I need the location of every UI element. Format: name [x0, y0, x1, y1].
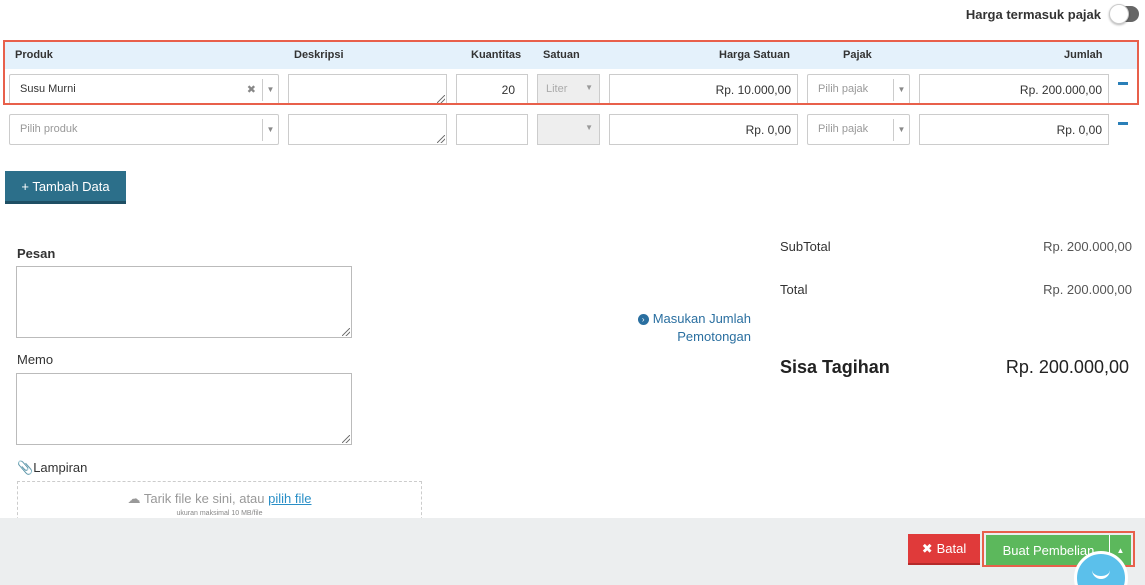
quantity-input[interactable]: 20 [456, 74, 528, 105]
memo-label: Memo [17, 352, 54, 367]
description-input[interactable] [288, 114, 447, 145]
subtotal-label: SubTotal [780, 239, 831, 254]
header-amount: Jumlah [1064, 49, 1103, 61]
paperclip-icon: 📎 [17, 460, 34, 475]
unit-select[interactable]: Liter ▼ [537, 74, 600, 105]
times-icon[interactable]: ✖ [247, 83, 256, 96]
dropzone-main: ☁ Tarik file ke sini, atau pilih file [18, 491, 421, 507]
message-label: Pesan [17, 246, 56, 261]
caret-down-icon: ▼ [585, 123, 593, 132]
attachment-label-wrap: 📎Lampiran [17, 460, 87, 476]
times-icon: ✖ [921, 540, 933, 556]
cancel-button[interactable]: ✖ Batal [908, 534, 980, 565]
tax-placeholder: Pilih pajak [818, 123, 869, 135]
cancel-label: Batal [936, 541, 967, 556]
switch-knob[interactable] [1109, 4, 1129, 24]
header-product: Produk [15, 49, 53, 61]
chevron-circle-right-icon[interactable]: › [637, 314, 649, 326]
total-value: Rp. 200.000,00 [1043, 282, 1132, 297]
remaining-label: Sisa Tagihan [780, 357, 890, 377]
dropzone-note: ukuran maksimal 10 MB/file [176, 510, 263, 517]
tax-inclusive-switch[interactable] [1109, 4, 1139, 24]
header-quantity: Kuantitas [471, 49, 522, 61]
resize-grip-icon[interactable] [342, 328, 350, 336]
remaining-value: Rp. 200.000,00 [1005, 357, 1129, 377]
total-label: Total [780, 282, 808, 297]
purchase-form-page: Harga termasuk pajak Produk Deskripsi Ku… [0, 0, 1145, 585]
product-value: Susu Murni [20, 83, 76, 95]
product-placeholder: Pilih produk [20, 123, 78, 135]
product-select[interactable]: Pilih produk ▼ [9, 114, 279, 145]
amount-input[interactable]: Rp. 0,00 [919, 114, 1109, 145]
minus-icon[interactable] [1118, 122, 1128, 125]
unit-value: Liter [546, 83, 568, 95]
quantity-input[interactable] [456, 114, 528, 145]
chat-glyph [1092, 569, 1110, 579]
message-textarea[interactable] [16, 266, 352, 338]
discount-link-line2[interactable]: Pemotongan [638, 328, 751, 346]
cloud-upload-icon: ☁ [127, 491, 141, 506]
tax-select[interactable]: Pilih pajak ▼ [807, 74, 910, 105]
add-row-button[interactable]: + Tambah Data [5, 171, 126, 204]
caret-down-icon[interactable]: ▼ [893, 119, 909, 141]
header-unit: Satuan [543, 49, 580, 61]
discount-link-line1[interactable]: Masukan Jumlah [653, 311, 751, 326]
tax-placeholder: Pilih pajak [818, 83, 869, 95]
unit-price-input[interactable]: Rp. 0,00 [609, 114, 798, 145]
attachment-label: Lampiran [33, 460, 88, 475]
tax-inclusive-toggle[interactable]: Harga termasuk pajak [965, 4, 1139, 24]
tax-select[interactable]: Pilih pajak ▼ [807, 114, 910, 145]
caret-down-icon[interactable]: ▼ [893, 79, 909, 101]
resize-grip-icon[interactable] [437, 95, 445, 103]
description-input[interactable] [288, 74, 447, 105]
header-description: Deskripsi [294, 49, 344, 61]
amount-input[interactable]: Rp. 200.000,00 [919, 74, 1109, 105]
resize-grip-icon[interactable] [342, 435, 350, 443]
header-tax: Pajak [843, 49, 872, 61]
dropzone-text: Tarik file ke sini, atau [143, 491, 265, 506]
minus-icon[interactable] [1118, 82, 1128, 85]
resize-grip-icon[interactable] [437, 135, 445, 143]
memo-textarea[interactable] [16, 373, 352, 445]
header-unit-price: Harga Satuan [719, 49, 790, 61]
product-select[interactable]: Susu Murni ✖ ▼ [9, 74, 279, 105]
unit-select[interactable]: ▼ [537, 114, 600, 145]
subtotal-value: Rp. 200.000,00 [1043, 239, 1132, 254]
choose-file-link[interactable]: pilih file [268, 491, 311, 506]
discount-link[interactable]: › Masukan Jumlah Pemotongan [637, 310, 751, 346]
unit-price-input[interactable]: Rp. 10.000,00 [609, 74, 798, 105]
table-header: Produk Deskripsi Kuantitas Satuan Harga … [5, 41, 1138, 69]
caret-down-icon[interactable]: ▼ [262, 119, 278, 141]
caret-down-icon: ▼ [585, 83, 593, 92]
caret-down-icon[interactable]: ▼ [262, 79, 278, 101]
tax-inclusive-label: Harga termasuk pajak [965, 6, 1101, 22]
